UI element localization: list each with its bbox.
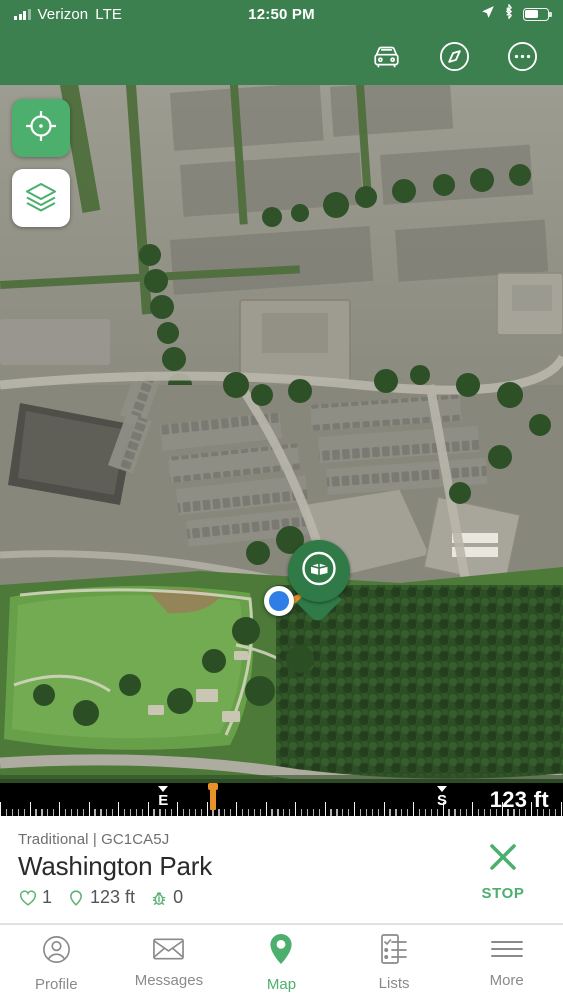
battery-icon: [523, 7, 552, 21]
stop-label: STOP: [481, 884, 525, 902]
tab-profile-label: Profile: [35, 975, 78, 993]
compass-cardinal-E: E: [158, 786, 168, 809]
trackables-value: 0: [173, 887, 184, 907]
car-icon[interactable]: [367, 38, 405, 76]
bug-icon: [152, 891, 166, 905]
distance-label: 123 ft: [489, 787, 549, 812]
trackables-stat: 0: [149, 887, 183, 908]
compass-cardinal-S: S: [436, 786, 447, 809]
ammo-box-icon: [298, 548, 340, 595]
app-root: Verizon LTE 12:50 PM E S 123 ft Traditio…: [0, 0, 563, 1000]
compass-scale-strip: ES 123 ft: [0, 783, 563, 816]
tab-more[interactable]: More: [450, 925, 563, 1000]
user-location-dot: [264, 586, 294, 616]
cache-info-text: Traditional | GC1CA5J Washington Park 1 …: [18, 831, 461, 908]
bluetooth-icon: [504, 3, 514, 24]
tab-map-label: Map: [266, 976, 297, 993]
locate-me-button[interactable]: [12, 99, 70, 157]
signal-bars-icon: [14, 8, 31, 20]
map-pin-icon: [266, 932, 296, 971]
bottom-tab-bar: Profile Messages Map Lists More: [0, 924, 563, 1000]
map-controls: [12, 99, 70, 227]
tab-profile[interactable]: Profile: [0, 925, 113, 1000]
profile-icon: [40, 933, 73, 971]
compass-icon[interactable]: [435, 38, 473, 76]
cache-info-panel: Traditional | GC1CA5J Washington Park 1 …: [0, 816, 563, 924]
distance-stat: 123 ft: [66, 887, 135, 908]
more-icon[interactable]: [503, 38, 541, 76]
cache-type-label: Traditional | GC1CA5J: [18, 831, 170, 848]
map-header-bar: [0, 28, 563, 85]
tab-map[interactable]: Map: [225, 925, 338, 1000]
satellite-imagery: [0, 85, 563, 783]
pin-outline-icon: [70, 889, 82, 906]
map-layers-button[interactable]: [12, 169, 70, 227]
geocache-pin[interactable]: [288, 540, 350, 624]
tab-lists[interactable]: Lists: [338, 925, 451, 1000]
crosshair-icon: [24, 109, 58, 148]
envelope-icon: [152, 936, 185, 967]
layers-icon: [24, 179, 58, 218]
tab-messages[interactable]: Messages: [113, 925, 226, 1000]
status-bar: Verizon LTE 12:50 PM: [0, 0, 563, 28]
satellite-map[interactable]: [0, 85, 563, 783]
status-bar-right: [481, 3, 552, 24]
cardinal-label: E: [158, 792, 169, 809]
stop-navigation-button[interactable]: STOP: [461, 838, 545, 902]
tab-messages-label: Messages: [134, 972, 204, 989]
location-arrow-icon: [481, 5, 495, 24]
tab-lists-label: Lists: [378, 975, 410, 992]
favorites-value: 1: [42, 887, 53, 907]
list-icon: [380, 933, 408, 970]
distance-value: 123 ft: [90, 887, 136, 907]
cardinal-label: S: [436, 792, 447, 809]
status-bar-left: Verizon LTE: [14, 6, 122, 23]
cache-stats-row: 1 123 ft 0: [18, 887, 461, 908]
bearing-marker: [208, 783, 218, 810]
favorites-stat: 1: [18, 887, 52, 908]
carrier-label: Verizon: [37, 5, 89, 23]
cache-name-label: Washington Park: [18, 851, 213, 881]
tab-more-label: More: [489, 972, 524, 989]
network-label: LTE: [95, 5, 122, 23]
close-x-icon: [484, 838, 522, 881]
heart-icon: [19, 889, 37, 906]
compass-cardinals: ES: [0, 783, 563, 816]
hamburger-icon: [490, 936, 524, 967]
